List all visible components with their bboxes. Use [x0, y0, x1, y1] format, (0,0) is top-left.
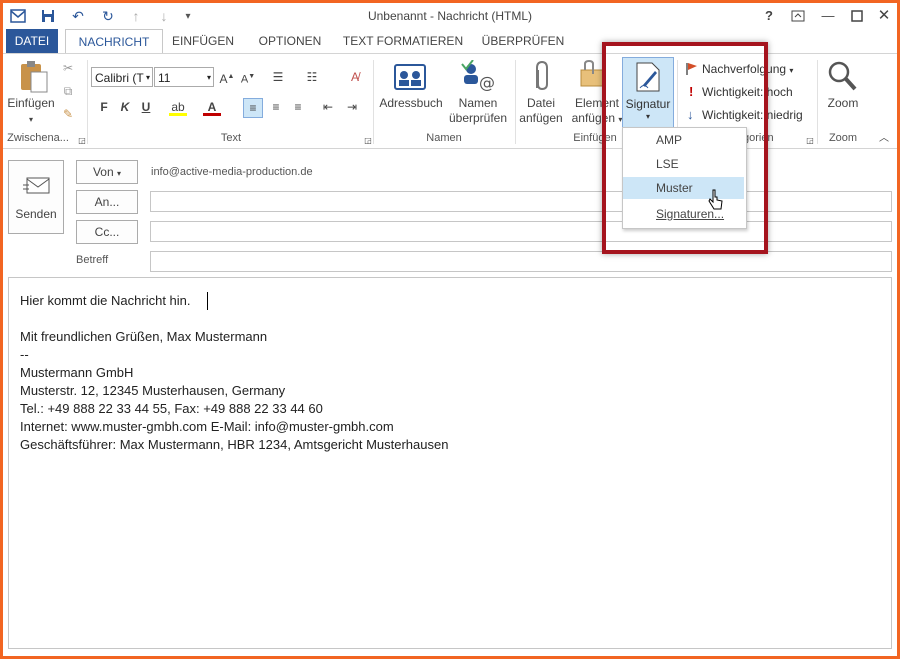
clear-formatting-icon[interactable]: A̸ [346, 68, 364, 86]
body-line: Geschäftsführer: Max Mustermann, HBR 123… [20, 437, 449, 452]
tab-ueberpruefen[interactable]: ÜBERPRÜFEN [473, 29, 573, 53]
subject-field[interactable] [150, 251, 892, 272]
tab-optionen[interactable]: OPTIONEN [249, 29, 331, 53]
collapse-ribbon-icon[interactable]: ︿ [875, 130, 893, 148]
cc-button[interactable]: Cc... [76, 220, 138, 244]
text-group-label: Text [220, 132, 242, 144]
italic-button[interactable]: K [116, 98, 134, 116]
body-line: Musterstr. 12, 12345 Musterhausen, Germa… [20, 383, 286, 398]
highlight-icon[interactable]: ab [169, 98, 187, 116]
help-button[interactable]: ? [758, 7, 780, 25]
attach-file-line2: anfügen [519, 111, 563, 125]
paste-icon [17, 60, 49, 97]
to-field[interactable] [150, 191, 892, 212]
format-painter-icon[interactable]: ✎ [59, 105, 77, 123]
addressbook-icon [393, 62, 427, 95]
check-names-line2: überprüfen [448, 111, 508, 125]
tab-einfuegen[interactable]: EINFÜGEN [163, 29, 243, 53]
attach-file-line1: Datei [526, 96, 555, 110]
check-names-line1: Namen [458, 96, 498, 110]
close-icon[interactable]: ✕ [873, 7, 895, 25]
numbering-icon[interactable]: ☷ [303, 68, 321, 86]
highlight-annotation-box [602, 42, 768, 254]
clipboard-launcher-icon[interactable]: ◲ [73, 132, 91, 150]
chevron-down-icon: ▾ [206, 73, 211, 82]
text-cursor [207, 292, 208, 310]
font-name-combo[interactable]: Calibri (T ▾ [91, 67, 153, 87]
paperclip-icon [531, 60, 551, 95]
from-button[interactable]: Von ▾ [76, 160, 138, 184]
send-button[interactable]: Senden [8, 160, 64, 234]
message-body[interactable]: Hier kommt die Nachricht hin. Mit freund… [8, 277, 892, 649]
svg-text:@: @ [479, 73, 495, 92]
separator [373, 60, 374, 144]
body-line: Tel.: +49 888 22 33 44 55, Fax: +49 888 … [20, 401, 323, 416]
title-bar: ↶ ↻ ↑ ↓ ▾ Unbenannt - Nachricht (HTML) ?… [3, 3, 897, 29]
bullets-icon[interactable]: ☰ [269, 68, 287, 86]
minimize-icon[interactable]: — [817, 7, 839, 25]
send-icon [23, 176, 51, 199]
clipboard-group-label: Zwischena... [7, 132, 69, 144]
send-label: Senden [15, 207, 57, 221]
separator [817, 60, 818, 144]
align-center-icon[interactable]: ≡ [267, 98, 285, 116]
tab-text-formatieren[interactable]: TEXT FORMATIEREN [339, 29, 467, 53]
chevron-down-icon: ▾ [789, 66, 794, 75]
paste-dropdown-icon[interactable]: ▾ [25, 112, 37, 127]
body-line: Internet: www.muster-gmbh.com E-Mail: in… [20, 419, 394, 434]
chevron-down-icon: ▾ [145, 73, 150, 82]
check-names-button[interactable]: Namen überprüfen [443, 96, 513, 126]
zoom-group-label: Zoom [828, 132, 858, 144]
font-size-combo[interactable]: 11 ▾ [154, 67, 214, 87]
body-line: Hier kommt die Nachricht hin. [20, 293, 191, 308]
check-names-icon: @ [459, 59, 495, 95]
grow-font-icon[interactable]: A▲ [218, 68, 236, 86]
ribbon-display-options-icon[interactable] [787, 7, 809, 25]
magnifier-icon [827, 60, 857, 95]
font-size-value: 11 [158, 71, 171, 85]
separator [87, 60, 88, 144]
addressbook-button[interactable]: Adressbuch [375, 96, 447, 111]
from-button-label: Von [92, 165, 114, 179]
chevron-down-icon: ▾ [117, 169, 122, 178]
shrink-font-icon[interactable]: A▼ [239, 68, 257, 86]
tab-datei[interactable]: DATEI [6, 29, 58, 53]
align-left-icon[interactable]: ≡ [243, 98, 263, 118]
copy-icon[interactable]: ⧉ [59, 82, 77, 100]
paste-button[interactable]: Einfügen [5, 96, 57, 111]
subject-label: Betreff [76, 254, 109, 266]
to-button[interactable]: An... [76, 190, 138, 214]
body-line: -- [20, 347, 29, 362]
names-group-label: Namen [426, 132, 462, 144]
bold-button[interactable]: F [95, 98, 113, 116]
cut-icon[interactable]: ✂ [59, 59, 77, 77]
increase-indent-icon[interactable]: ⇥ [343, 98, 361, 116]
align-right-icon[interactable]: ≡ [289, 98, 307, 116]
from-value: info@active-media-production.de [151, 166, 313, 178]
zoom-button[interactable]: Zoom [821, 96, 865, 111]
body-line: Mustermann GmbH [20, 365, 134, 380]
maximize-icon[interactable] [846, 7, 868, 25]
cc-field[interactable] [150, 221, 892, 242]
font-color-icon[interactable]: A [203, 98, 221, 116]
tab-nachricht[interactable]: NACHRICHT [65, 29, 163, 55]
attach-file-button[interactable]: Datei anfügen [515, 96, 567, 126]
font-name-value: Calibri (T [95, 71, 144, 85]
body-line: Mit freundlichen Grüßen, Max Mustermann [20, 329, 268, 344]
decrease-indent-icon[interactable]: ⇤ [319, 98, 337, 116]
underline-button[interactable]: U [137, 98, 155, 116]
